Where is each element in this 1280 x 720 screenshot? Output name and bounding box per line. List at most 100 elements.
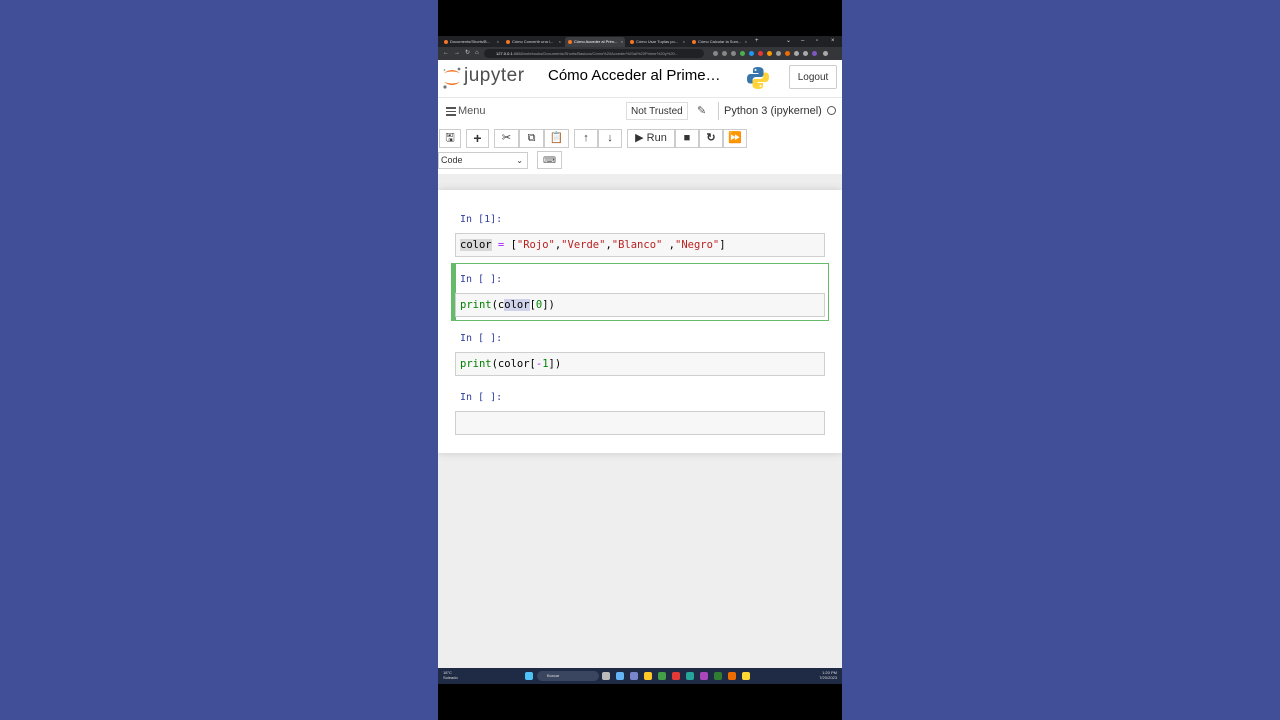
- star-icon[interactable]: [731, 51, 736, 56]
- browser-address-bar: ← → ↻ ⌂ 127.0.0.1:8888/notebooks/Documen…: [438, 47, 842, 60]
- url-field[interactable]: 127.0.0.1:8888/notebooks/Documents/Short…: [484, 49, 704, 58]
- pencil-icon[interactable]: ✎: [697, 104, 706, 117]
- interrupt-button[interactable]: ■: [675, 129, 699, 148]
- code-token: "Rojo": [516, 239, 555, 251]
- jupyter-header: jupyter Cómo Acceder al Prime… Logout: [438, 60, 842, 97]
- minimize-icon[interactable]: –: [801, 36, 804, 47]
- python-icon[interactable]: [742, 672, 750, 680]
- menu-button[interactable]: Menu: [446, 105, 486, 118]
- code-token: print: [460, 299, 492, 311]
- code-cell[interactable]: In [ ]:: [451, 386, 829, 436]
- close-window-icon[interactable]: ×: [831, 36, 835, 47]
- arrow-down-icon: ↓: [607, 132, 613, 144]
- cell-type-value: Code: [441, 155, 463, 165]
- forward-icon[interactable]: →: [454, 48, 460, 59]
- close-icon[interactable]: ×: [621, 37, 623, 47]
- profile-avatar[interactable]: [812, 51, 817, 56]
- not-trusted-button[interactable]: Not Trusted: [626, 102, 688, 120]
- extension-icon[interactable]: [749, 51, 754, 56]
- tab-label: Cómo Usar Tuplas po...: [636, 39, 679, 44]
- close-icon[interactable]: ×: [745, 37, 747, 47]
- cell-type-select[interactable]: Code ⌄: [438, 152, 528, 169]
- chrome-icon[interactable]: [658, 672, 666, 680]
- extension-icon[interactable]: [767, 51, 772, 56]
- cell-input[interactable]: color = ["Rojo","Verde","Blanco" ,"Negro…: [455, 233, 825, 257]
- chevron-down-icon[interactable]: ⌄: [786, 36, 791, 47]
- excel-icon[interactable]: [714, 672, 722, 680]
- close-icon[interactable]: ×: [559, 37, 561, 47]
- taskbar-clock[interactable]: 1:20 PM 7/20/2023: [819, 670, 837, 680]
- insert-cell-button[interactable]: +: [466, 129, 489, 148]
- kernel-name[interactable]: Python 3 (ipykernel): [718, 102, 822, 120]
- browser-tab-active[interactable]: Cómo Acceder al Prim... ×: [565, 37, 625, 47]
- browser-tab[interactable]: Cómo Calcular la Sum... ×: [689, 37, 749, 47]
- code-token: ]): [542, 299, 555, 311]
- restart-button[interactable]: ↻: [699, 129, 723, 148]
- taskbar-app-icon[interactable]: [672, 672, 680, 680]
- code-token: "Negro": [675, 239, 720, 251]
- plus-icon: +: [473, 130, 482, 146]
- copy-button[interactable]: ⧉: [519, 129, 544, 148]
- browser-tab[interactable]: Cómo Usar Tuplas po... ×: [627, 37, 687, 47]
- folder-icon[interactable]: [644, 672, 652, 680]
- save-button[interactable]: 🖫: [439, 129, 461, 148]
- notebook-toolbar: 🖫 + ✂ ⧉ 📋 ↑ ↓ ▶ Run ■ ↻ ⏩ Code ⌄ ⌨: [438, 125, 842, 174]
- jupyter-logo-icon[interactable]: [442, 66, 462, 90]
- code-token: =: [491, 239, 511, 251]
- code-cell[interactable]: In [1]: color = ["Rojo","Verde","Blanco"…: [451, 208, 829, 257]
- code-token: "Verde": [561, 239, 606, 251]
- puzzle-icon[interactable]: [794, 51, 799, 56]
- weather-widget[interactable]: 18°C Soleado: [443, 670, 458, 680]
- share-icon[interactable]: [722, 51, 727, 56]
- jupyter-favicon-icon: [506, 40, 510, 44]
- restart-run-all-button[interactable]: ⏩: [723, 129, 747, 148]
- cell-prompt: In [ ]:: [460, 392, 503, 403]
- windows-start-icon[interactable]: [525, 672, 533, 680]
- code-token: color: [460, 239, 492, 251]
- paste-button[interactable]: 📋: [544, 129, 569, 148]
- new-tab-button[interactable]: +: [755, 36, 759, 47]
- taskbar-search[interactable]: Buscar: [537, 671, 599, 681]
- code-token: ]: [719, 239, 726, 251]
- jupyter-favicon-icon: [444, 40, 448, 44]
- jupyter-logo-text[interactable]: jupyter: [464, 65, 525, 87]
- extension-icon[interactable]: [740, 51, 745, 56]
- keyboard-icon: ⌨: [543, 155, 556, 165]
- cell-input[interactable]: print(color[-1]): [455, 352, 825, 376]
- hamburger-icon: [446, 105, 456, 118]
- cell-input[interactable]: [455, 411, 825, 435]
- code-cell-selected[interactable]: In [ ]: print(color[0]): [451, 263, 829, 321]
- taskbar-app-icon[interactable]: [630, 672, 638, 680]
- scissors-icon: ✂: [501, 132, 512, 144]
- code-cell[interactable]: In [ ]: print(color[-1]): [451, 327, 829, 377]
- home-icon[interactable]: ⌂: [475, 48, 479, 59]
- move-up-button[interactable]: ↑: [574, 129, 598, 148]
- close-icon[interactable]: ×: [683, 37, 685, 47]
- cut-button[interactable]: ✂: [494, 129, 519, 148]
- run-button[interactable]: ▶ Run: [627, 129, 675, 148]
- logout-button[interactable]: Logout: [789, 65, 837, 89]
- taskbar-app-icon[interactable]: [700, 672, 708, 680]
- sidebar-icon[interactable]: [803, 51, 808, 56]
- maximize-icon[interactable]: ▫: [816, 36, 818, 47]
- more-icon[interactable]: [823, 51, 828, 56]
- notebook-title[interactable]: Cómo Acceder al Prime…: [548, 67, 721, 84]
- search-label: Buscar: [547, 673, 560, 678]
- browser-tab[interactable]: Cómo Convertir una l... ×: [503, 37, 563, 47]
- command-palette-button[interactable]: ⌨: [537, 151, 562, 169]
- taskbar-app-icon[interactable]: [686, 672, 694, 680]
- extension-icon[interactable]: [785, 51, 790, 56]
- zoom-icon[interactable]: [713, 51, 718, 56]
- fast-forward-icon: ⏩: [728, 132, 742, 144]
- extension-icon[interactable]: [776, 51, 781, 56]
- taskbar-app-icon[interactable]: [616, 672, 624, 680]
- back-icon[interactable]: ←: [443, 48, 449, 59]
- browser-tab[interactable]: Documents/Shorts/B... ×: [441, 37, 501, 47]
- close-icon[interactable]: ×: [497, 37, 499, 47]
- cell-input[interactable]: print(color[0]): [455, 293, 825, 317]
- task-view-icon[interactable]: [602, 672, 610, 680]
- move-down-button[interactable]: ↓: [598, 129, 622, 148]
- extension-icon[interactable]: [758, 51, 763, 56]
- reload-icon[interactable]: ↻: [465, 48, 470, 59]
- taskbar-app-icon[interactable]: [728, 672, 736, 680]
